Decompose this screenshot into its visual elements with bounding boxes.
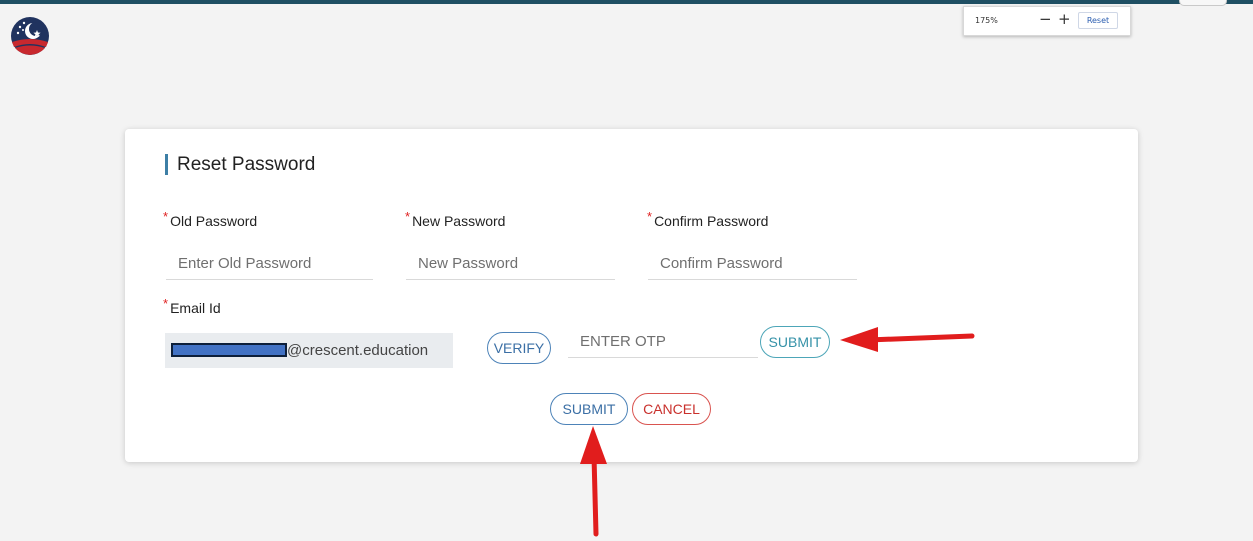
required-mark: * [163,296,169,311]
zoom-popup: 175% − + Reset [963,6,1131,36]
new-password-input[interactable] [406,248,615,280]
required-mark: * [163,209,169,224]
confirm-password-label-text: Confirm Password [654,213,769,229]
old-password-input[interactable] [166,248,373,280]
otp-submit-button[interactable]: SUBMIT [760,326,830,358]
email-label: * Email Id [163,296,221,316]
zoom-out-button[interactable]: − [1039,10,1052,28]
reset-password-card: Reset Password * Old Password * New Passwo… [125,129,1138,462]
email-field: @crescent.education [165,333,453,368]
redacted-username [171,343,287,357]
email-domain: @crescent.education [287,342,429,359]
browser-corner-button[interactable] [1179,0,1227,6]
new-password-label: * New Password [405,209,506,229]
annotation-arrow-up-icon [580,426,607,537]
required-mark: * [405,209,411,224]
confirm-password-label: * Confirm Password [647,209,769,229]
zoom-reset-button[interactable]: Reset [1078,12,1118,29]
required-mark: * [647,209,653,224]
crescent-logo [11,17,49,55]
confirm-password-input[interactable] [648,248,857,280]
top-bar [0,0,1253,4]
otp-input[interactable] [568,326,758,358]
old-password-label-text: Old Password [170,213,258,229]
zoom-in-button[interactable]: + [1058,10,1071,28]
verify-button[interactable]: VERIFY [487,332,551,364]
cancel-button[interactable]: CANCEL [632,393,711,425]
annotation-arrow-left-icon [840,327,975,352]
page-title: Reset Password [165,154,315,175]
email-label-text: Email Id [170,300,221,316]
old-password-label: * Old Password [163,209,258,229]
zoom-level: 175% [975,16,998,25]
new-password-label-text: New Password [412,213,506,229]
submit-button[interactable]: SUBMIT [550,393,628,425]
